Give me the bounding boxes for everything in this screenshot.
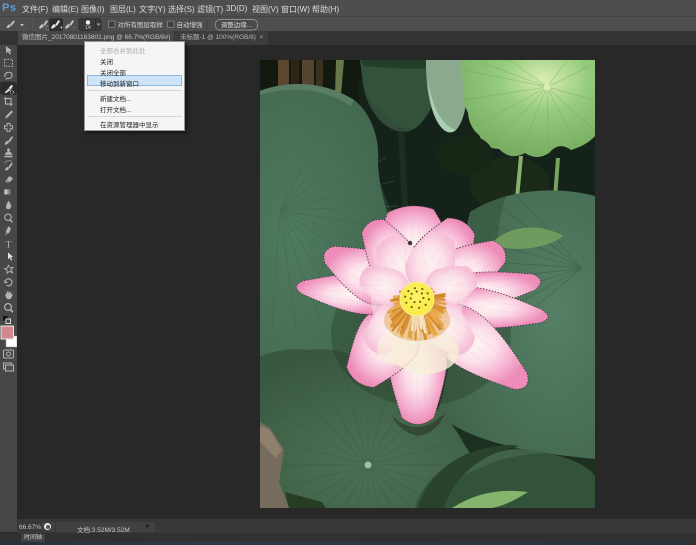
svg-text:T: T [6, 241, 12, 251]
svg-text:对所有图层取样: 对所有图层取样 [118, 20, 164, 29]
svg-text:自动增强: 自动增强 [177, 20, 204, 29]
svg-text:调整边缘...: 调整边缘... [221, 20, 253, 29]
